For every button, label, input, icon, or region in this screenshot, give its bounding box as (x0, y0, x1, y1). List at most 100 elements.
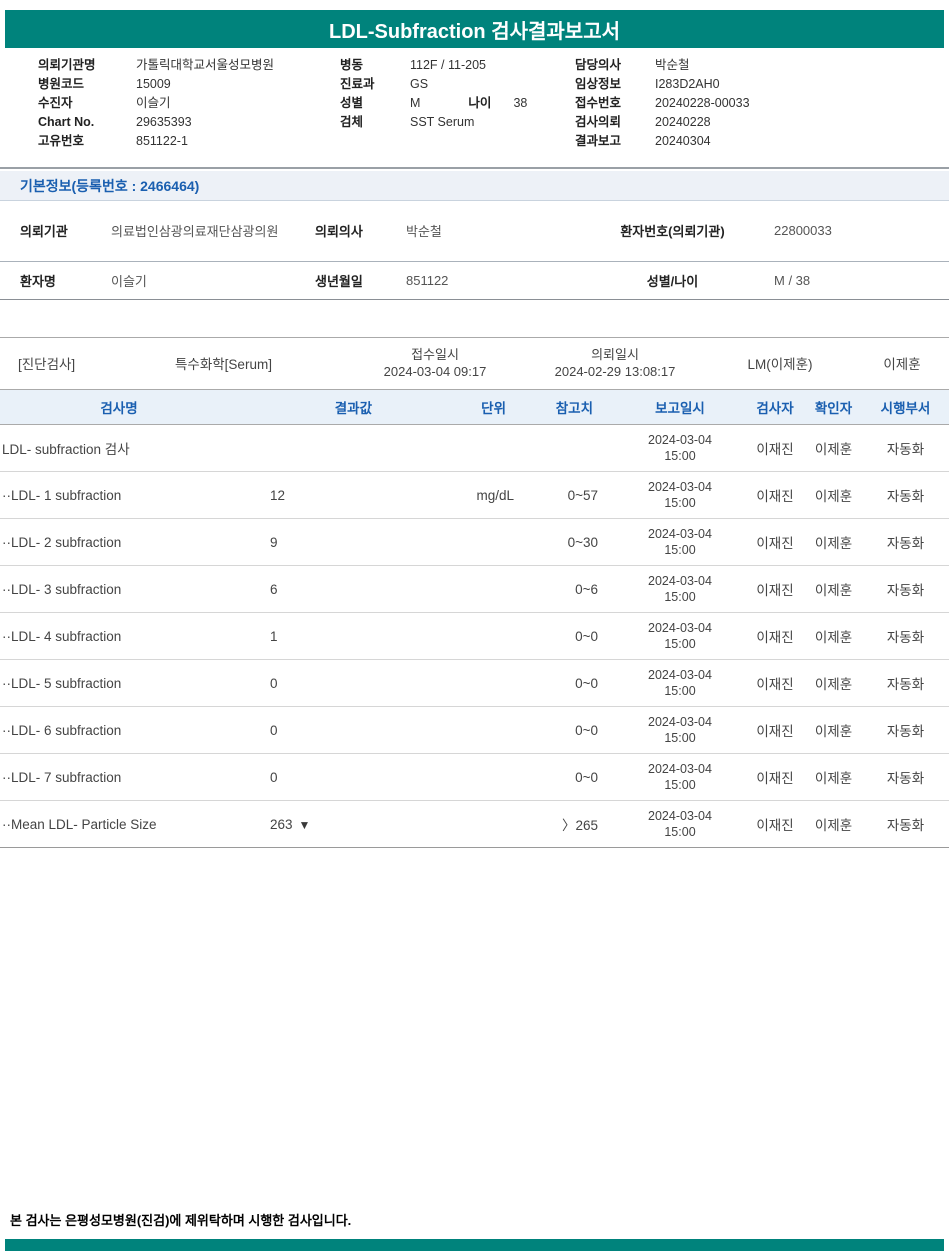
top-info-section: 의뢰기관명 가톨릭대학교서울성모병원 병원코드 15009 수진자 이슬기 Chart… (0, 56, 949, 152)
test-reference: 0~0 (575, 628, 598, 644)
test-result: 1 (238, 613, 400, 660)
test-tester: 이재진 (756, 818, 794, 833)
test-result-value: 6 (270, 581, 278, 597)
test-reference: 0~0 (575, 675, 598, 691)
info-row: Chart No. 29635393 (38, 113, 274, 132)
section-category: [진단검사] (18, 357, 76, 372)
reported-date: 2024-03-04 (648, 715, 712, 729)
reported-date: 2024-03-04 (648, 433, 712, 447)
result-row: ··Mean LDL- Particle Size 263 ▼ 〉265 2024… (0, 801, 949, 848)
test-result-value: 263 (270, 816, 293, 832)
test-confirmer: 이제훈 (814, 771, 853, 786)
receipt-value: 2024-03-04 09:17 (383, 364, 487, 379)
basic-info-header: 기본정보(등록번호 : 2466464) (0, 171, 949, 201)
info-label: 결과보고 (575, 134, 622, 148)
test-unit (400, 707, 520, 754)
info-label: 병동 (340, 58, 364, 72)
info-row: 수진자 이슬기 (38, 94, 274, 113)
test-dept: 자동화 (886, 630, 925, 645)
basic-label: 의뢰기관 (20, 224, 68, 240)
basic-value: 22800033 (774, 223, 832, 239)
info-value: 이슬기 (136, 96, 171, 110)
test-tester: 이재진 (756, 583, 794, 598)
result-row: ··LDL- 7 subfraction 0 0~0 2024-03-04 15:… (0, 754, 949, 801)
info-label: 접수번호 (575, 96, 622, 110)
section-lab: LM(이제훈) (747, 357, 813, 372)
info-value: 20240228-00033 (655, 96, 750, 110)
test-reference: 0~0 (575, 769, 598, 785)
low-flag-icon: ▼ (298, 817, 311, 832)
info-row: 검사의뢰 20240228 (575, 113, 750, 132)
info-label: 병원코드 (38, 77, 85, 91)
test-reported-datetime: 2024-03-04 15:00 (615, 707, 745, 754)
basic-value: 박순철 (406, 224, 442, 240)
info-value: SST Serum (410, 115, 475, 129)
test-confirmer: 이제훈 (814, 489, 853, 504)
test-name: ··LDL- 2 subfraction (2, 534, 122, 550)
test-reported-datetime: 2024-03-04 15:00 (615, 613, 745, 660)
info-label: Chart No. (38, 115, 95, 129)
info-value: 20240304 (655, 134, 711, 148)
info-value: 38 (513, 96, 528, 110)
reported-time: 15:00 (664, 449, 696, 463)
test-name: LDL- subfraction 검사 (2, 442, 130, 457)
report-title: LDL-Subfraction 검사결과보고서 (328, 20, 620, 43)
test-name: ··Mean LDL- Particle Size (2, 816, 157, 832)
test-dept: 자동화 (886, 818, 925, 833)
test-dept: 자동화 (886, 442, 925, 457)
test-dept: 자동화 (886, 536, 925, 551)
test-reported-datetime: 2024-03-04 15:00 (615, 519, 745, 566)
column-header-tester: 검사자 (745, 389, 805, 425)
info-row: 병원코드 15009 (38, 75, 274, 94)
info-row: 검체 SST Serum (340, 113, 527, 132)
test-unit (400, 660, 520, 707)
delegation-note: 본 검사는 은평성모병원(진검)에 제위탁하며 시행한 검사입니다. (10, 1213, 352, 1228)
test-unit (400, 566, 520, 613)
test-result: 9 (238, 519, 400, 566)
test-tester: 이재진 (756, 630, 794, 645)
test-unit (400, 425, 520, 472)
test-name: ··LDL- 7 subfraction (2, 769, 122, 785)
test-reference: 0~6 (575, 581, 598, 597)
info-row: 고유번호 851122-1 (38, 132, 274, 151)
test-dept: 자동화 (886, 677, 925, 692)
section-panel: 특수화학[Serum] (175, 357, 272, 372)
test-unit (400, 519, 520, 566)
test-result-value: 1 (270, 628, 278, 644)
info-value: 15009 (136, 77, 171, 91)
test-unit: mg/dL (476, 487, 514, 503)
test-name: ··LDL- 5 subfraction (2, 675, 122, 691)
result-row: ··LDL- 2 subfraction 9 0~30 2024-03-04 15… (0, 519, 949, 566)
test-section-bar: [진단검사] 특수화학[Serum] 접수일시 2024-03-04 09:17… (0, 336, 949, 390)
request-value: 2024-02-29 13:08:17 (554, 364, 676, 379)
info-row: 임상정보 I283D2AH0 (575, 75, 750, 94)
top-info-right-column: 담당의사 박순철 임상정보 I283D2AH0 접수번호 20240228-00033… (575, 56, 750, 151)
results-header-row: 검사명 결과값 단위 참고치 보고일시 검사자 확인자 시행부서 (0, 389, 949, 425)
request-datetime: 의뢰일시 2024-02-29 13:08:17 (525, 346, 705, 380)
top-info-left-column: 의뢰기관명 가톨릭대학교서울성모병원 병원코드 15009 수진자 이슬기 Chart… (38, 56, 274, 151)
test-result (238, 425, 400, 472)
test-reported-datetime: 2024-03-04 15:00 (615, 801, 745, 848)
basic-info-row: 환자명 이슬기 생년월일 851122 성별/나이 M / 38 (0, 261, 949, 299)
column-header-unit: 단위 (400, 389, 520, 425)
info-label: 의뢰기관명 (38, 58, 96, 72)
basic-label: 환자명 (20, 273, 56, 289)
test-result: 6 (238, 566, 400, 613)
info-label: 나이 (468, 96, 492, 110)
basic-label: 환자번호(의뢰기관) (620, 224, 725, 240)
info-label: 검체 (340, 115, 364, 129)
test-result: 0 (238, 707, 400, 754)
test-confirmer: 이제훈 (814, 536, 853, 551)
test-result-value: 0 (270, 722, 278, 738)
test-result: 0 (238, 660, 400, 707)
test-unit (400, 754, 520, 801)
test-name: ··LDL- 4 subfraction (2, 628, 122, 644)
test-reported-datetime: 2024-03-04 15:00 (615, 660, 745, 707)
basic-label: 의뢰의사 (315, 224, 363, 240)
info-row: 담당의사 박순철 (575, 56, 750, 75)
basic-value: 이슬기 (111, 273, 147, 289)
test-reference: 0~0 (575, 722, 598, 738)
info-value: I283D2AH0 (655, 77, 720, 91)
reported-time: 15:00 (664, 825, 696, 839)
reported-date: 2024-03-04 (648, 668, 712, 682)
